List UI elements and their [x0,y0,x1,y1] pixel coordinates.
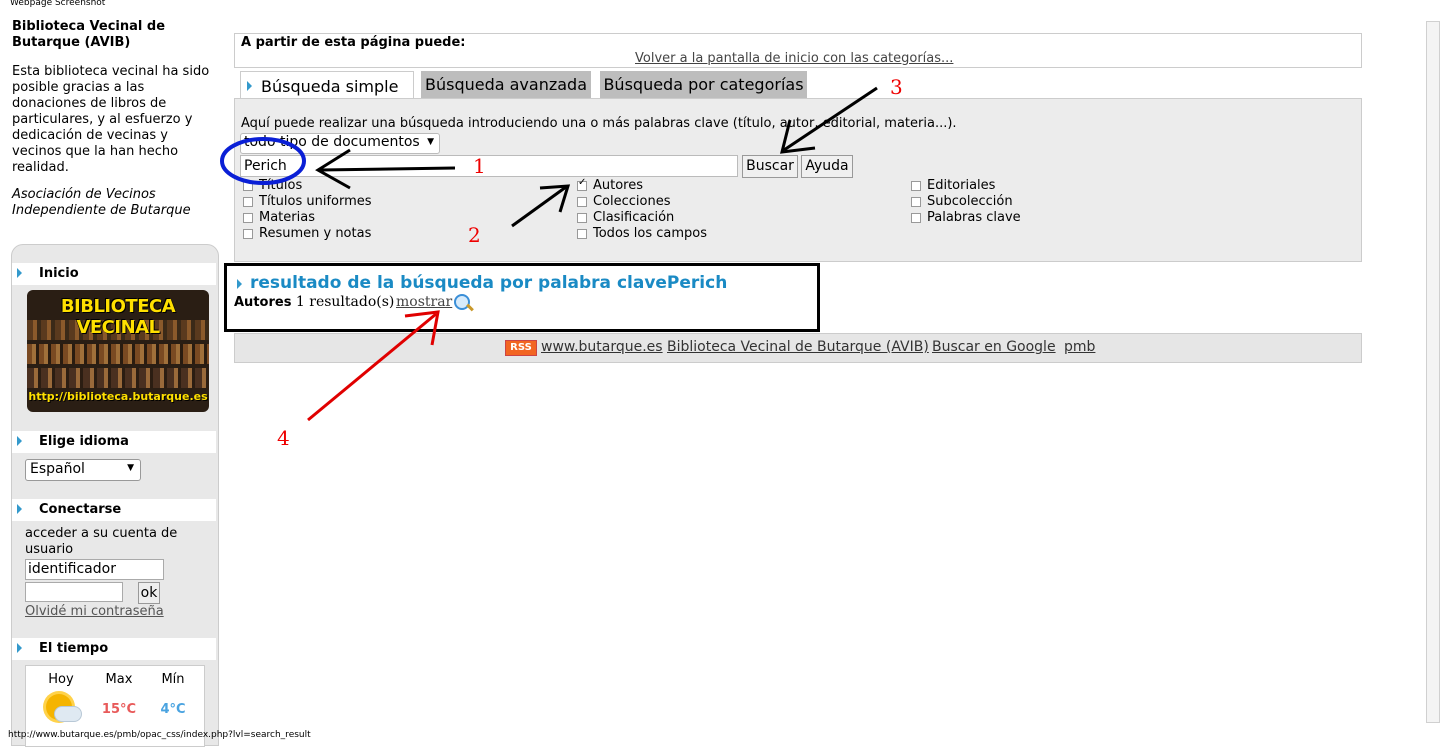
vertical-scrollbar[interactable] [1426,21,1440,723]
highlight-circle [220,137,306,185]
annotation-overlay [220,86,878,422]
arrow-3 [780,86,878,154]
arrow-2 [511,184,571,228]
arrow-4 [307,310,440,422]
annotation-number-4: 4 [277,426,290,450]
status-bar-url: http://www.butarque.es/pmb/opac_css/inde… [8,730,311,740]
annotation-number-1: 1 [473,154,486,178]
arrow-1 [315,148,456,190]
annotation-number-2: 2 [468,223,481,247]
annotation-number-3: 3 [890,75,903,99]
